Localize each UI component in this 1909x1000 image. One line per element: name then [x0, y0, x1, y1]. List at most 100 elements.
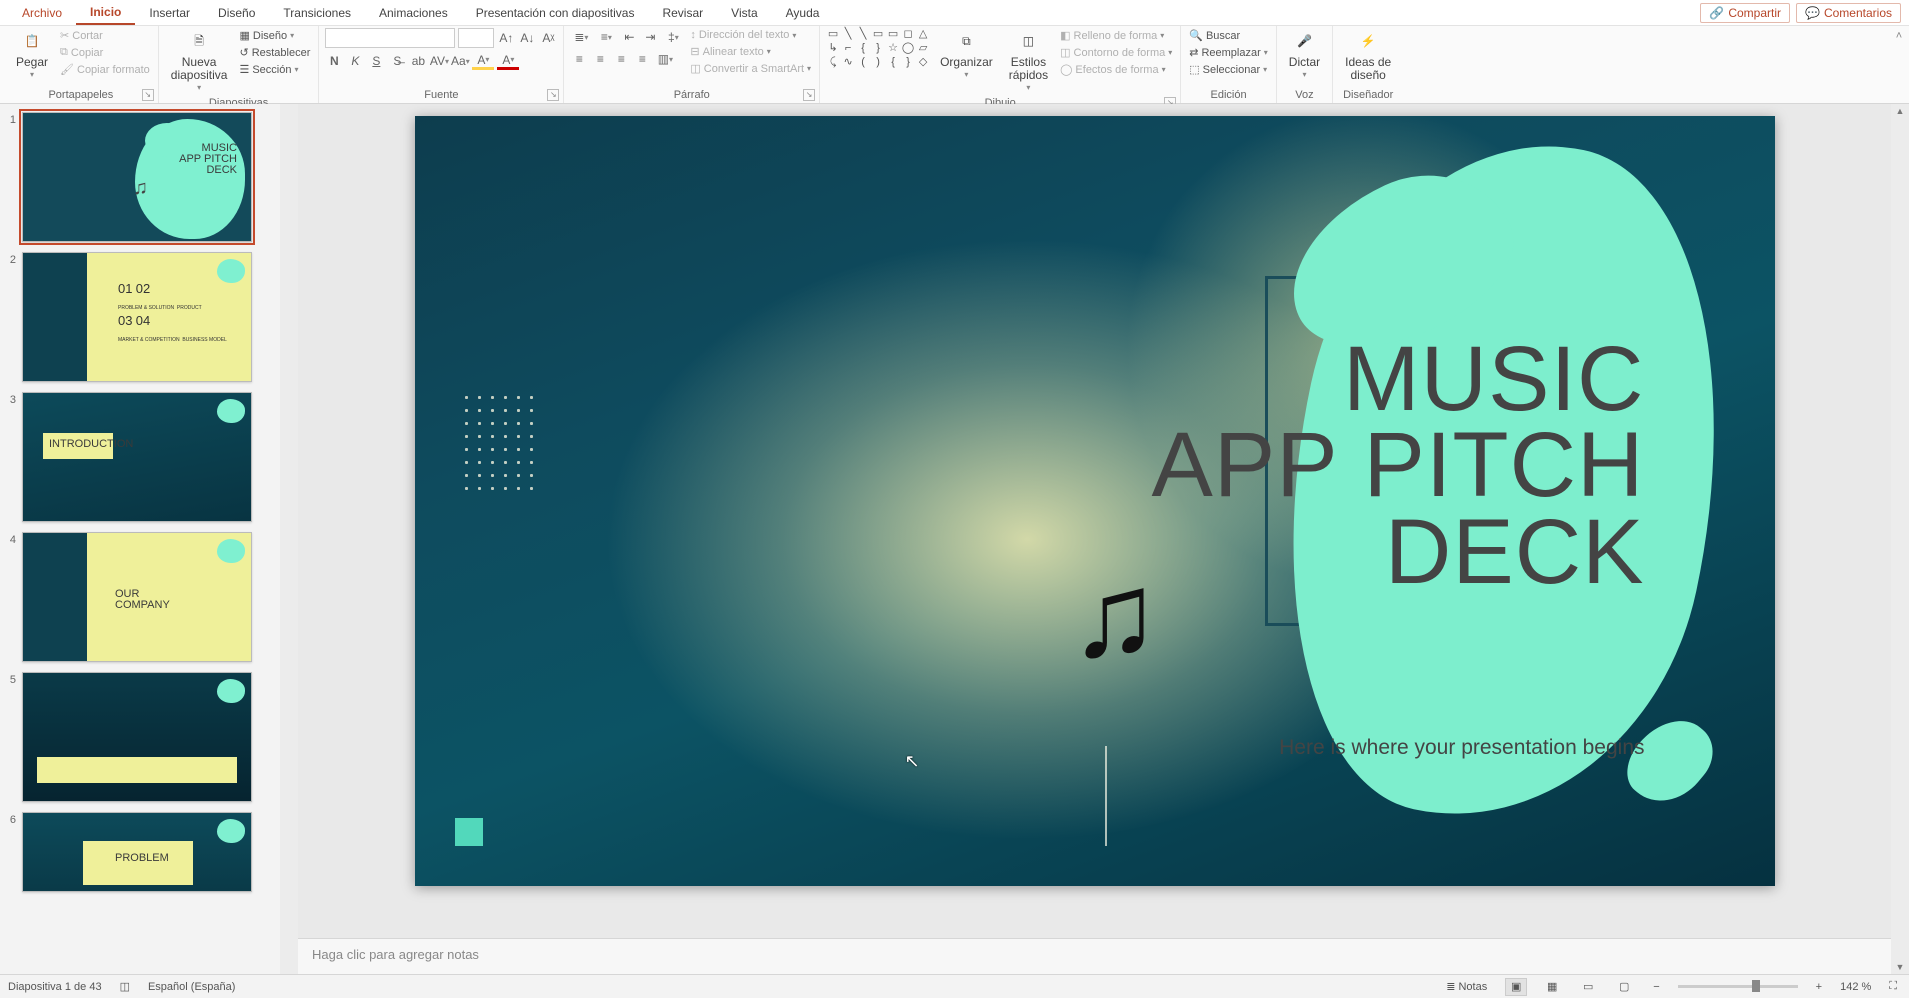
- zoom-out-button[interactable]: −: [1649, 979, 1663, 995]
- paste-icon: 📋: [20, 30, 44, 54]
- reset-button[interactable]: ↺Restablecer: [237, 45, 312, 60]
- bold-button[interactable]: N: [325, 52, 343, 70]
- bullets-button[interactable]: ≣▾: [570, 28, 592, 46]
- fit-to-window-button[interactable]: ⛶: [1885, 978, 1901, 995]
- thumbnails-scrollbar[interactable]: [280, 104, 298, 974]
- underline-button[interactable]: S: [367, 52, 385, 70]
- group-paragraph: ≣▾ ≡▾ ⇤ ⇥ ‡▾ ≡ ≡ ≡ ≡ ▥▾ ↕Dirección del t…: [564, 26, 820, 103]
- search-icon: 🔍: [1189, 29, 1203, 42]
- clear-formatting-icon[interactable]: Aᵡ: [539, 29, 557, 47]
- shape-outline-button[interactable]: ◫Contorno de forma: [1058, 45, 1174, 60]
- tab-slideshow[interactable]: Presentación con diapositivas: [462, 2, 649, 24]
- find-button[interactable]: 🔍Buscar: [1187, 28, 1270, 43]
- share-button[interactable]: 🔗Compartir: [1700, 3, 1790, 23]
- decrease-indent-button[interactable]: ⇤: [620, 28, 638, 46]
- tab-design[interactable]: Diseño: [204, 2, 269, 24]
- tab-animations[interactable]: Animaciones: [365, 2, 462, 24]
- align-text-button[interactable]: ⊟Alinear texto: [688, 44, 813, 59]
- design-ideas-button[interactable]: ⚡ Ideas de diseño: [1339, 28, 1397, 84]
- increase-font-icon[interactable]: A↑: [497, 29, 515, 47]
- tab-view[interactable]: Vista: [717, 2, 771, 24]
- normal-view-button[interactable]: ▣: [1505, 978, 1527, 996]
- slide-stage[interactable]: ♫ MUSIC APP PITCH DECK Here is where you…: [298, 104, 1891, 938]
- reading-view-button[interactable]: ▭: [1577, 978, 1599, 996]
- canvas-area: ♫ MUSIC APP PITCH DECK Here is where you…: [298, 104, 1891, 974]
- change-case-button[interactable]: Aa▾: [451, 52, 469, 70]
- collapse-ribbon-icon[interactable]: ˄: [1896, 30, 1902, 42]
- italic-button[interactable]: K: [346, 52, 364, 70]
- font-name-input[interactable]: [325, 28, 455, 48]
- new-slide-button[interactable]: 🗎 Nueva diapositiva▾: [165, 28, 234, 95]
- shape-fill-button[interactable]: ◧Relleno de forma: [1058, 28, 1174, 43]
- tab-help[interactable]: Ayuda: [772, 2, 834, 24]
- align-right-button[interactable]: ≡: [612, 50, 630, 68]
- text-shadow-button[interactable]: ab: [409, 52, 427, 70]
- dialog-launcher[interactable]: ↘: [803, 89, 815, 101]
- layout-button[interactable]: ▦Diseño: [237, 28, 312, 43]
- comments-button[interactable]: 💬Comentarios: [1796, 3, 1901, 23]
- notes-pane[interactable]: Haga clic para agregar notas: [298, 938, 1891, 974]
- accessibility-button[interactable]: ◫: [116, 978, 134, 995]
- slide-thumbnail-2[interactable]: 01 02 PROBLEM & SOLUTION PRODUCT 03 04 M…: [22, 252, 252, 382]
- zoom-level[interactable]: 142 %: [1840, 981, 1871, 993]
- slide-canvas[interactable]: ♫ MUSIC APP PITCH DECK Here is where you…: [415, 116, 1775, 886]
- highlight-color-button[interactable]: A▾: [472, 52, 494, 70]
- font-color-button[interactable]: A▾: [497, 52, 519, 70]
- justify-button[interactable]: ≡: [633, 50, 651, 68]
- select-button[interactable]: ⬚Seleccionar: [1187, 62, 1270, 77]
- dialog-launcher[interactable]: ↘: [547, 89, 559, 101]
- thumb-number: 6: [4, 812, 16, 826]
- slideshow-view-button[interactable]: ▢: [1613, 978, 1635, 996]
- tab-insert[interactable]: Insertar: [135, 2, 204, 24]
- character-spacing-button[interactable]: AV▾: [430, 52, 448, 70]
- slide-thumbnail-6[interactable]: PROBLEM: [22, 812, 252, 892]
- arrange-button[interactable]: ⧉ Organizar▾: [934, 28, 999, 82]
- shape-effects-button[interactable]: ◯Efectos de forma: [1058, 62, 1174, 77]
- scroll-up-icon[interactable]: ▲: [1894, 104, 1907, 118]
- tab-file[interactable]: Archivo: [8, 2, 76, 24]
- convert-smartart-button[interactable]: ◫Convertir a SmartArt: [688, 61, 813, 76]
- group-label: Fuente: [424, 89, 458, 101]
- align-text-icon: ⊟: [690, 45, 699, 58]
- quick-styles-button[interactable]: ◫ Estilos rápidos▾: [1003, 28, 1054, 95]
- select-icon: ⬚: [1189, 63, 1199, 76]
- align-center-button[interactable]: ≡: [591, 50, 609, 68]
- slide-subtitle[interactable]: Here is where your presentation begins: [1279, 736, 1644, 760]
- canvas-scrollbar[interactable]: ▲ ▼: [1891, 104, 1909, 974]
- slide-thumbnail-4[interactable]: OUR COMPANY: [22, 532, 252, 662]
- sorter-view-button[interactable]: ▦: [1541, 978, 1563, 996]
- zoom-in-button[interactable]: +: [1812, 979, 1826, 995]
- tab-home[interactable]: Inicio: [76, 1, 135, 25]
- slide-title[interactable]: MUSIC APP PITCH DECK: [1152, 336, 1645, 595]
- slide-thumbnail-1[interactable]: MUSIC APP PITCH DECK ♫: [22, 112, 252, 242]
- cut-button[interactable]: ✂Cortar: [58, 28, 152, 43]
- align-left-button[interactable]: ≡: [570, 50, 588, 68]
- line-spacing-button[interactable]: ‡▾: [662, 28, 684, 46]
- slide-thumbnails-panel[interactable]: 1 MUSIC APP PITCH DECK ♫ 2 01 02 PROBLEM…: [0, 104, 280, 974]
- notes-toggle[interactable]: ≣ Notas: [1442, 978, 1491, 995]
- language-indicator[interactable]: Español (España): [148, 981, 235, 993]
- numbering-button[interactable]: ≡▾: [595, 28, 617, 46]
- text-direction-button[interactable]: ↕Dirección del texto: [688, 28, 813, 42]
- shapes-gallery[interactable]: ▭╲╲▭▭◻△ ↳⌐{}☆◯▱ ⤹∿(){}◇: [826, 28, 930, 69]
- replace-button[interactable]: ⇄Reemplazar: [1187, 45, 1270, 60]
- tab-review[interactable]: Revisar: [648, 2, 717, 24]
- tab-transitions[interactable]: Transiciones: [269, 2, 365, 24]
- zoom-slider[interactable]: [1678, 985, 1798, 988]
- slide-thumbnail-5[interactable]: [22, 672, 252, 802]
- columns-button[interactable]: ▥▾: [654, 50, 676, 68]
- group-font: A↑ A↓ Aᵡ N K S S̶ ab AV▾ Aa▾ A▾ A▾ Fuent…: [319, 26, 564, 103]
- dictate-button[interactable]: 🎤 Dictar▾: [1283, 28, 1326, 82]
- font-size-input[interactable]: [458, 28, 494, 48]
- strikethrough-button[interactable]: S̶: [388, 52, 406, 70]
- decrease-font-icon[interactable]: A↓: [518, 29, 536, 47]
- increase-indent-button[interactable]: ⇥: [641, 28, 659, 46]
- copy-button[interactable]: ⧉Copiar: [58, 45, 152, 60]
- slide-thumbnail-3[interactable]: INTRODUCTION: [22, 392, 252, 522]
- section-button[interactable]: ☰Sección: [237, 62, 312, 77]
- scroll-down-icon[interactable]: ▼: [1894, 960, 1907, 974]
- dialog-launcher[interactable]: ↘: [142, 89, 154, 101]
- fill-icon: ◧: [1060, 29, 1070, 42]
- format-painter-button[interactable]: 🖌Copiar formato: [58, 62, 152, 77]
- paste-button[interactable]: 📋 Pegar▾: [10, 28, 54, 82]
